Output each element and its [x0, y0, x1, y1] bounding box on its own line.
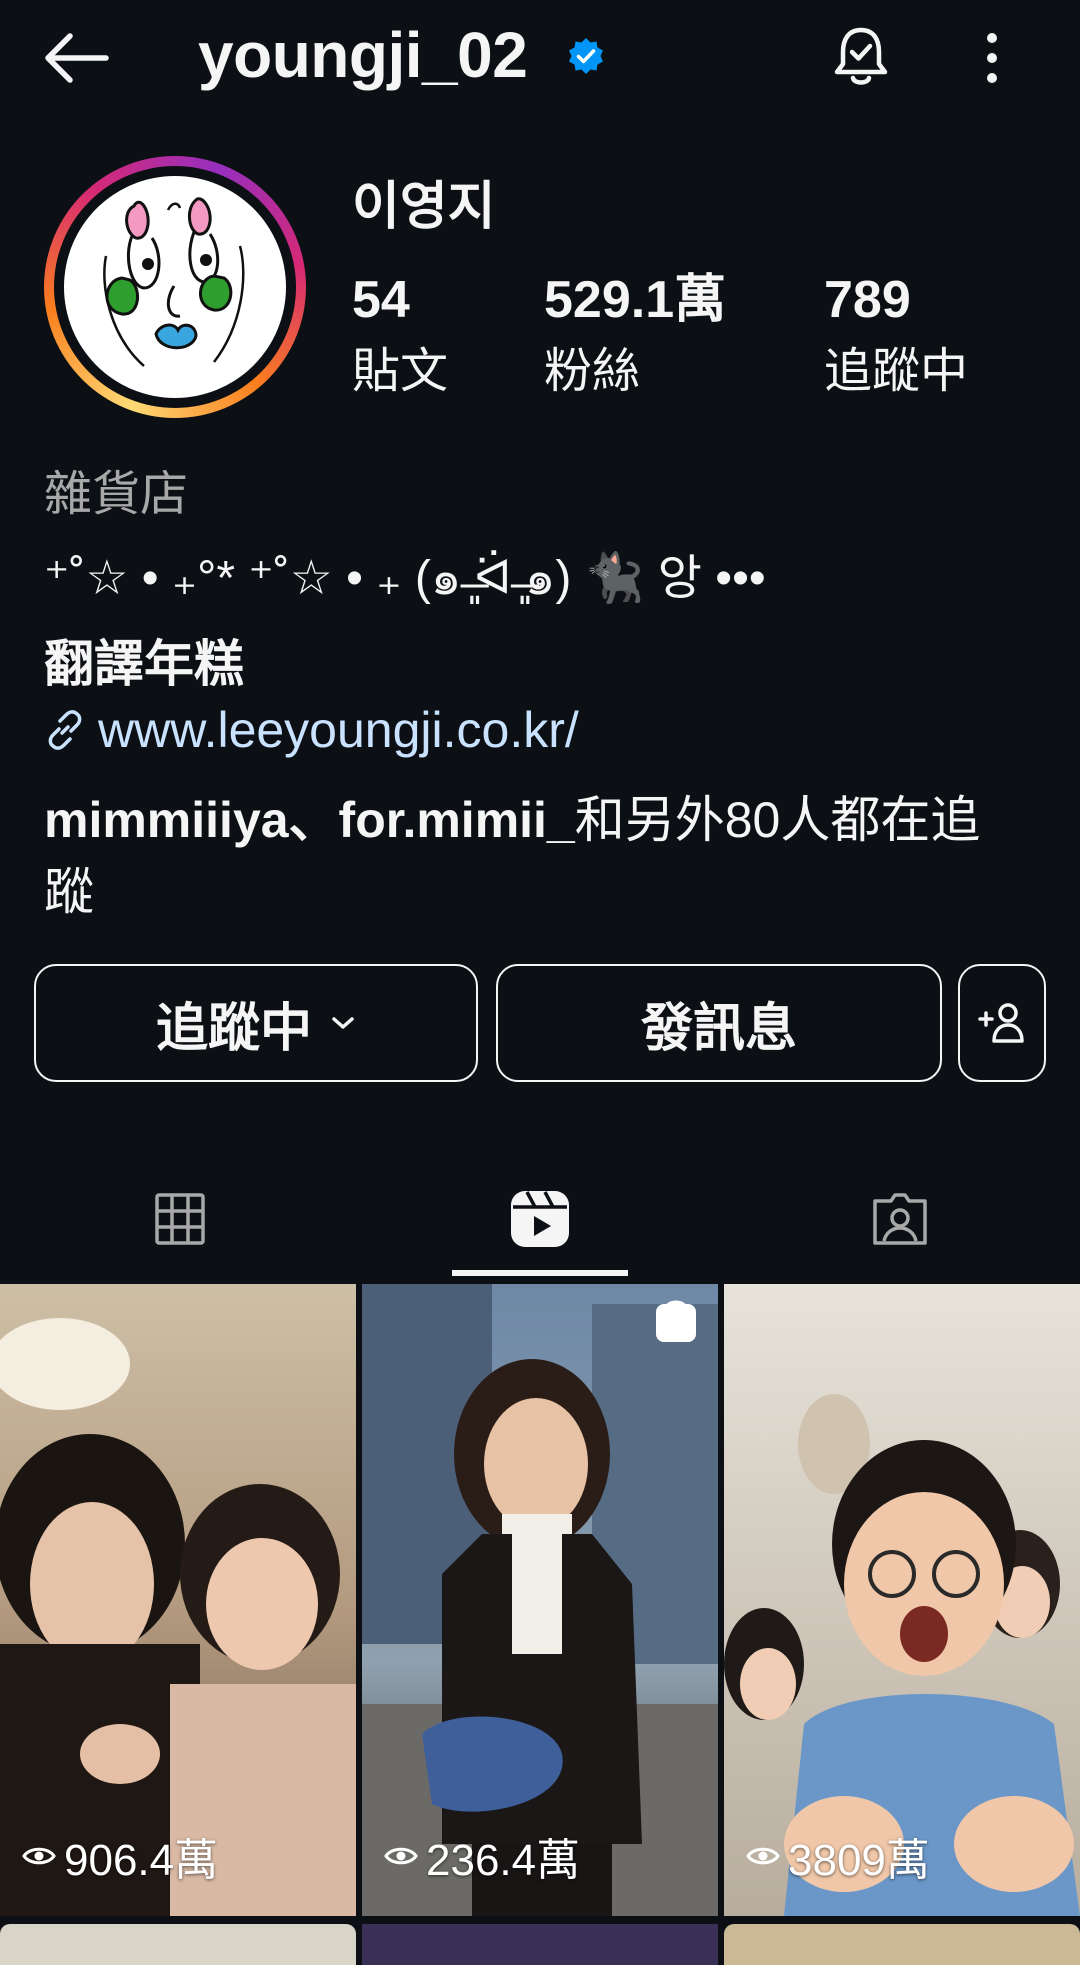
following-label: 追蹤中 — [155, 999, 312, 1058]
back-button[interactable] — [40, 26, 112, 90]
followed-by-text[interactable]: mimmiiiya、for.mimii_和另外80人都在追蹤 — [44, 784, 1024, 928]
eye-icon — [384, 1847, 418, 1865]
username-title: youngji_02 — [198, 19, 528, 91]
grid-icon — [155, 1193, 205, 1245]
stat-value: 54 — [352, 271, 410, 329]
chevron-down-icon — [332, 1017, 354, 1029]
story-ring[interactable] — [44, 156, 306, 418]
message-button[interactable]: 發訊息 — [496, 964, 942, 1082]
following-count[interactable]: 789 追蹤中 — [824, 270, 968, 400]
reel-thumbnail[interactable] — [724, 1924, 1080, 1965]
suggested-accounts-button[interactable] — [958, 964, 1046, 1082]
display-name: 이영지 — [352, 178, 496, 236]
profile-screen: youngji_02 이영지 54 貼文 529.1萬 粉絲 789 追蹤中 雜… — [0, 0, 1080, 1965]
add-person-icon — [978, 1003, 1024, 1043]
more-vertical-icon — [987, 33, 997, 83]
views-count: 3809萬 — [788, 1836, 930, 1885]
eye-icon — [746, 1847, 780, 1865]
eye-icon — [22, 1847, 56, 1865]
translate-link[interactable]: 翻譯年糕 — [44, 624, 244, 696]
reel-thumbnail[interactable]: 3809萬 — [724, 1284, 1080, 1916]
stat-value: 529.1萬 — [544, 271, 727, 329]
reel-thumbnail[interactable]: 906.4萬 — [0, 1284, 356, 1916]
reel-image — [362, 1284, 718, 1916]
more-options-button[interactable] — [966, 28, 1018, 88]
profile-tabs — [0, 1160, 1080, 1278]
stat-label: 貼文 — [352, 345, 449, 398]
avatar — [64, 176, 286, 398]
website-link[interactable]: www.leeyoungji.co.kr/ — [44, 700, 579, 760]
reel-thumbnail[interactable] — [0, 1924, 356, 1965]
reel-views: 3809萬 — [746, 1824, 930, 1888]
followers-count[interactable]: 529.1萬 粉絲 — [544, 270, 726, 400]
bell-check-icon — [834, 27, 888, 85]
notifications-button[interactable] — [830, 24, 892, 90]
reels-grid: 906.4萬 236.4萬 3809萬 — [0, 1284, 1080, 1965]
link-icon — [48, 710, 82, 750]
website-url: www.leeyoungji.co.kr/ — [98, 702, 579, 758]
stat-label: 追蹤中 — [824, 345, 969, 398]
message-label: 發訊息 — [640, 999, 797, 1058]
reel-views: 906.4萬 — [22, 1824, 218, 1888]
arrow-left-icon — [45, 33, 109, 83]
tab-reels[interactable] — [360, 1160, 720, 1278]
reel-image — [724, 1284, 1080, 1916]
posts-count[interactable]: 54 貼文 — [352, 270, 448, 400]
reel-views: 236.4萬 — [384, 1824, 580, 1888]
stat-label: 粉絲 — [544, 345, 641, 398]
tab-tagged[interactable] — [720, 1160, 1080, 1278]
verified-badge-icon — [566, 36, 606, 76]
reels-icon — [511, 1191, 569, 1247]
top-bar: youngji_02 — [0, 0, 1080, 120]
views-count: 906.4萬 — [64, 1836, 219, 1885]
active-tab-indicator — [452, 1270, 628, 1276]
followed-by-names: mimmiiiya、for.mimii_ — [44, 792, 575, 848]
tab-posts[interactable] — [0, 1160, 360, 1278]
reel-thumbnail[interactable]: 236.4萬 — [362, 1284, 718, 1916]
reel-thumbnail[interactable] — [362, 1924, 718, 1965]
bio-text[interactable]: ⁺˚☆ • ₊°* ⁺˚☆ • ₊ (๑ ̶̶͈ᐛ ̶̶͈๑) 🐈‍⬛ 앙 ••… — [44, 538, 766, 616]
tagged-icon — [873, 1193, 927, 1245]
following-button[interactable]: 追蹤中 — [34, 964, 478, 1082]
views-count: 236.4萬 — [426, 1836, 581, 1885]
stat-value: 789 — [824, 271, 911, 329]
profile-category: 雜貨店 — [44, 468, 189, 521]
reel-image — [0, 1284, 356, 1916]
